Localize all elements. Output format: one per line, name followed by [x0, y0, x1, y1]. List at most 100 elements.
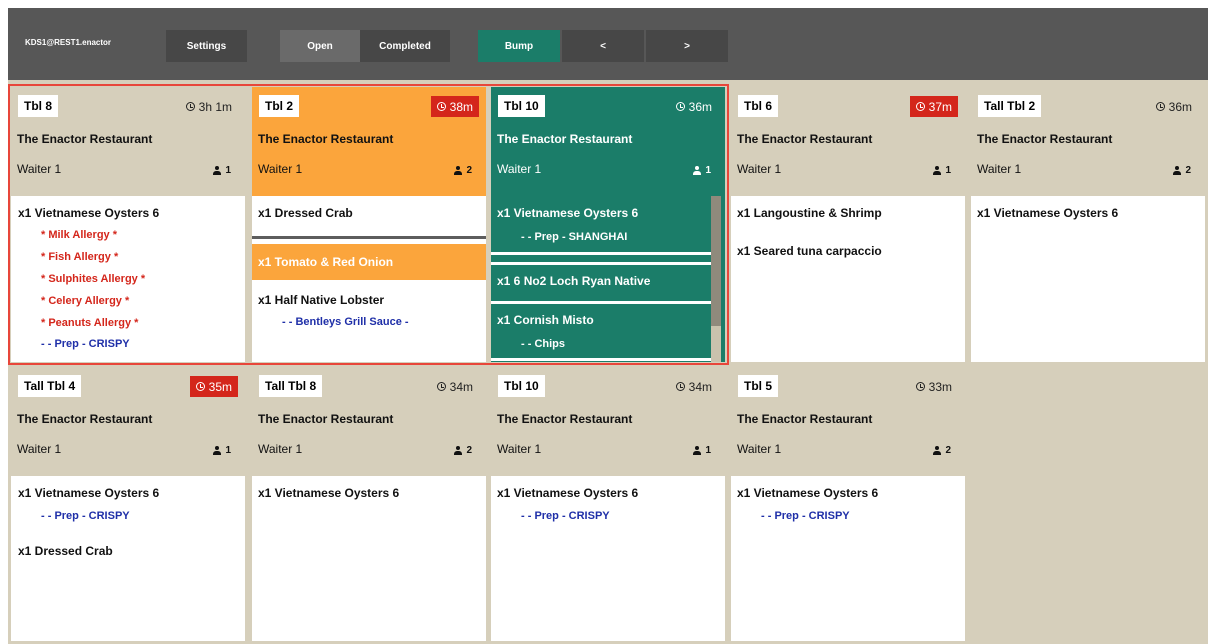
order-timer: 34m [431, 376, 479, 397]
order-item[interactable]: x1 Vietnamese Oysters 6 [497, 486, 638, 500]
order-items: x1 Dressed Crab x1 Tomato & Red Onion x1… [252, 196, 486, 362]
scrollbar-thumb[interactable] [711, 196, 721, 326]
person-icon [693, 166, 702, 175]
person-icon [933, 446, 942, 455]
item-divider [252, 236, 486, 239]
guest-count: 1 [693, 165, 711, 176]
table-number: Tall Tbl 8 [259, 375, 323, 397]
order-items: x1 Vietnamese Oysters 6 * Milk Allergy *… [11, 196, 245, 362]
order-items: x1 Vietnamese Oysters 6 - - Prep - CRISP… [491, 476, 725, 641]
order-card[interactable]: Tall Tbl 8 34m The Enactor Restaurant Wa… [252, 367, 486, 641]
clock-icon [436, 382, 446, 391]
order-item[interactable]: x1 Vietnamese Oysters 6 [18, 206, 159, 220]
waiter-name: Waiter 1 [737, 162, 782, 176]
order-item[interactable]: x1 Vietnamese Oysters 6 [737, 486, 878, 500]
waiter-name: Waiter 1 [737, 442, 782, 456]
order-card[interactable]: Tbl 5 33m The Enactor Restaurant Waiter … [731, 367, 965, 641]
person-icon [1173, 166, 1182, 175]
guest-count: 2 [454, 445, 472, 456]
person-icon [213, 446, 222, 455]
clock-icon [185, 102, 195, 111]
order-item[interactable]: x1 Dressed Crab [258, 206, 353, 220]
previous-page-button[interactable]: < [562, 30, 644, 62]
order-card-header: Tall Tbl 2 36m The Enactor Restaurant Wa… [971, 87, 1205, 196]
clock-icon [675, 102, 685, 111]
prep-modifier: - - Prep - CRISPY [41, 510, 130, 522]
order-items: x1 Vietnamese Oysters 6 - - Prep - SHANG… [491, 196, 725, 362]
person-icon [693, 446, 702, 455]
allergy-modifier: * Fish Allergy * [41, 251, 119, 263]
order-item[interactable]: x1 Cornish Misto [497, 313, 594, 327]
table-number: Tbl 10 [498, 95, 545, 117]
order-timer: 38m [430, 96, 479, 117]
order-item[interactable]: x1 Half Native Lobster [258, 293, 384, 307]
open-tab[interactable]: Open [280, 30, 360, 62]
order-item[interactable]: x1 Vietnamese Oysters 6 [497, 206, 638, 220]
device-label: KDS1@REST1.enactor [25, 38, 112, 47]
waiter-name: Waiter 1 [258, 162, 303, 176]
order-card[interactable]: Tbl 8 3h 1m The Enactor Restaurant Waite… [11, 87, 245, 362]
person-icon [454, 446, 463, 455]
order-items: x1 Vietnamese Oysters 6 [252, 476, 486, 641]
guest-count: 2 [1173, 165, 1191, 176]
restaurant-name: The Enactor Restaurant [17, 132, 153, 146]
order-card-header: Tbl 5 33m The Enactor Restaurant Waiter … [731, 367, 965, 476]
order-card-header: Tall Tbl 8 34m The Enactor Restaurant Wa… [252, 367, 486, 476]
order-card-header: Tbl 8 3h 1m The Enactor Restaurant Waite… [11, 87, 245, 196]
settings-button[interactable]: Settings [166, 30, 247, 62]
waiter-name: Waiter 1 [17, 442, 62, 456]
order-item[interactable]: x1 Langoustine & Shrimp [737, 206, 882, 220]
allergy-modifier: * Peanuts Allergy * [41, 317, 139, 329]
prep-modifier: - - Prep - CRISPY [761, 510, 850, 522]
clock-icon [915, 102, 925, 111]
order-card-header: Tbl 10 36m The Enactor Restaurant Waiter… [491, 87, 725, 196]
waiter-name: Waiter 1 [497, 162, 542, 176]
table-number: Tbl 2 [259, 95, 300, 117]
order-card[interactable]: Tbl 6 37m The Enactor Restaurant Waiter … [731, 87, 965, 362]
order-card[interactable]: Tbl 2 38m The Enactor Restaurant Waiter … [252, 87, 486, 362]
allergy-modifier: * Milk Allergy * [41, 229, 118, 241]
order-item[interactable]: x1 Vietnamese Oysters 6 [18, 486, 159, 500]
order-item[interactable]: x1 Vietnamese Oysters 6 [258, 486, 399, 500]
restaurant-name: The Enactor Restaurant [17, 412, 153, 426]
guest-count: 1 [213, 445, 231, 456]
item-divider [491, 262, 711, 265]
guest-count: 2 [933, 445, 951, 456]
restaurant-name: The Enactor Restaurant [258, 412, 394, 426]
order-card[interactable]: Tall Tbl 4 35m The Enactor Restaurant Wa… [11, 367, 245, 641]
order-card[interactable]: Tall Tbl 2 36m The Enactor Restaurant Wa… [971, 87, 1205, 362]
order-items: x1 Vietnamese Oysters 6 [971, 196, 1205, 362]
completed-tab[interactable]: Completed [360, 30, 450, 62]
clock-icon [1155, 102, 1165, 111]
order-items: x1 Vietnamese Oysters 6 - - Prep - CRISP… [731, 476, 965, 641]
waiter-name: Waiter 1 [977, 162, 1022, 176]
next-page-button[interactable]: > [646, 30, 728, 62]
order-card-header: Tall Tbl 4 35m The Enactor Restaurant Wa… [11, 367, 245, 476]
order-item[interactable]: x1 Dressed Crab [18, 544, 113, 558]
prep-modifier: - - Bentleys Grill Sauce - [282, 316, 409, 328]
person-icon [933, 166, 942, 175]
clock-icon [675, 382, 685, 391]
order-card-selected[interactable]: Tbl 10 36m The Enactor Restaurant Waiter… [491, 87, 725, 362]
order-items: x1 Vietnamese Oysters 6 - - Prep - CRISP… [11, 476, 245, 641]
order-item[interactable]: x1 6 No2 Loch Ryan Native [497, 274, 650, 288]
bump-button[interactable]: Bump [478, 30, 560, 62]
guest-count: 1 [213, 165, 231, 176]
prep-modifier: - - Prep - SHANGHAI [521, 231, 628, 243]
table-number: Tbl 6 [738, 95, 779, 117]
waiter-name: Waiter 1 [17, 162, 62, 176]
guest-count: 1 [933, 165, 951, 176]
restaurant-name: The Enactor Restaurant [258, 132, 394, 146]
order-timer: 34m [670, 376, 718, 397]
person-icon [213, 166, 222, 175]
table-number: Tall Tbl 4 [18, 375, 82, 397]
person-icon [454, 166, 463, 175]
order-item[interactable]: x1 Vietnamese Oysters 6 [977, 206, 1118, 220]
table-number: Tall Tbl 2 [978, 95, 1042, 117]
clock-icon [195, 382, 205, 391]
item-divider [491, 358, 711, 361]
order-card-header: Tbl 2 38m The Enactor Restaurant Waiter … [252, 87, 486, 196]
order-item[interactable]: x1 Tomato & Red Onion [258, 255, 393, 269]
order-card[interactable]: Tbl 10 34m The Enactor Restaurant Waiter… [491, 367, 725, 641]
order-item[interactable]: x1 Seared tuna carpaccio [737, 244, 882, 258]
